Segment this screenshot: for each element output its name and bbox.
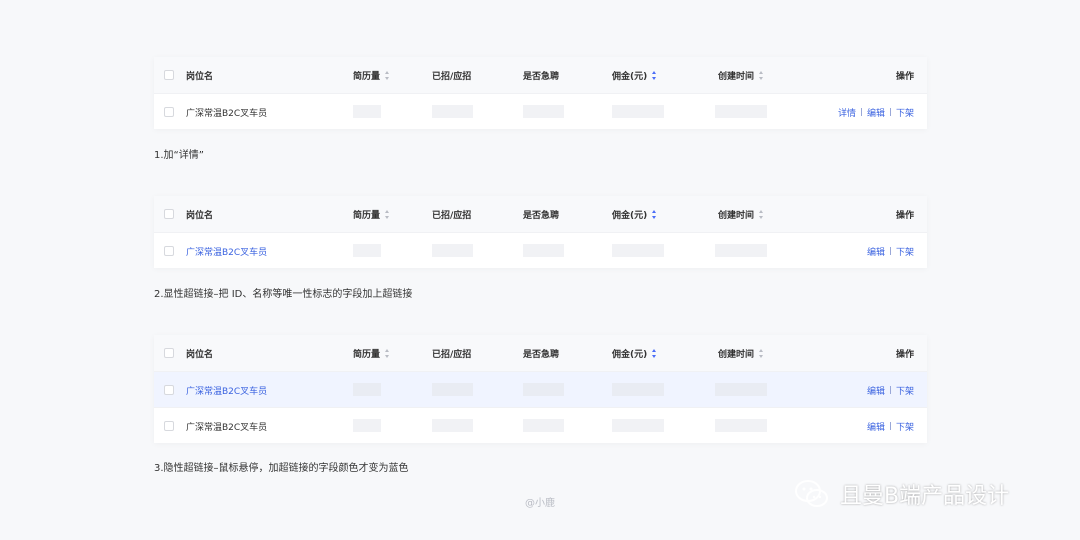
caption-2: 2.显性超链接–把 ID、名称等唯一性标志的字段加上超链接 [154,289,413,300]
urgent-placeholder [523,419,564,432]
detail-link[interactable]: 详情 [838,106,856,119]
header-job-name: 岗位名 [186,71,214,82]
header-resume-count[interactable]: 简历量 [353,335,390,371]
sort-icon [385,70,390,80]
urgent-placeholder [523,383,564,396]
edit-link[interactable]: 编辑 [867,245,885,258]
edit-link[interactable]: 编辑 [867,420,885,433]
brand-name: 且曼B端产品设计 [840,484,1010,509]
created-placeholder [715,244,767,257]
header-job-name: 岗位名 [186,210,214,221]
header-created-time[interactable]: 创建时间 [718,196,764,232]
header-operations: 操作 [895,71,914,82]
sort-icon [759,70,764,80]
header-operations: 操作 [895,210,914,221]
row-checkbox[interactable] [164,421,174,431]
sort-icon [385,209,390,219]
row-checkbox[interactable] [164,107,174,117]
job-table-1: 岗位名 简历量 已招/应招 是否急聘 佣金(元) 创建时间 操作 广深常温B2C… [154,57,927,129]
row-checkbox[interactable] [164,385,174,395]
delist-link[interactable]: 下架 [896,106,914,119]
header-hired: 已招/应招 [432,210,472,221]
header-hired: 已招/应招 [432,71,472,82]
resume-placeholder [353,419,381,432]
table-row-hovered: 广深常温B2C叉车员 编辑 下架 [154,371,927,407]
urgent-placeholder [523,244,564,257]
sort-icon [652,209,657,219]
sort-icon [759,348,764,358]
table-header: 岗位名 简历量 已招/应招 是否急聘 佣金(元) 创建时间 操作 [154,196,927,232]
header-resume-count[interactable]: 简历量 [353,57,390,93]
job-table-2: 岗位名 简历量 已招/应招 是否急聘 佣金(元) 创建时间 操作 广深常温B2C… [154,196,927,268]
sort-icon [385,348,390,358]
header-job-name: 岗位名 [186,349,214,360]
edit-link[interactable]: 编辑 [867,384,885,397]
resume-placeholder [353,105,381,118]
table-row: 广深常温B2C叉车员 编辑 下架 [154,232,927,268]
commission-placeholder [612,419,664,432]
header-commission[interactable]: 佣金(元) [612,335,657,371]
header-operations: 操作 [895,349,914,360]
delist-link[interactable]: 下架 [896,245,914,258]
caption-1: 1.加“详情” [154,150,204,161]
row-checkbox[interactable] [164,246,174,256]
sort-icon [652,70,657,80]
commission-placeholder [612,105,664,118]
row-actions: 详情 编辑 下架 [838,94,914,130]
table-row: 广深常温B2C叉车员 编辑 下架 [154,407,927,443]
wechat-icon [795,480,828,507]
table-row: 广深常温B2C叉车员 详情 编辑 下架 [154,93,927,129]
header-urgent: 是否急聘 [523,210,560,221]
sort-icon [759,209,764,219]
sort-icon [652,348,657,358]
job-name[interactable]: 广深常温B2C叉车员 [186,408,267,444]
hired-placeholder [432,244,473,257]
hired-placeholder [432,383,473,396]
resume-placeholder [353,244,381,257]
header-urgent: 是否急聘 [523,349,560,360]
header-commission[interactable]: 佣金(元) [612,57,657,93]
table-header: 岗位名 简历量 已招/应招 是否急聘 佣金(元) 创建时间 操作 [154,335,927,371]
header-resume-count[interactable]: 简历量 [353,196,390,232]
urgent-placeholder [523,105,564,118]
commission-placeholder [612,383,664,396]
job-table-3: 岗位名 简历量 已招/应招 是否急聘 佣金(元) 创建时间 操作 广深常温B2C… [154,335,927,443]
header-created-time[interactable]: 创建时间 [718,57,764,93]
header-created-time[interactable]: 创建时间 [718,335,764,371]
created-placeholder [715,383,767,396]
job-name-link[interactable]: 广深常温B2C叉车员 [186,233,267,269]
watermark-brand: 且曼B端产品设计 [794,478,1009,510]
resume-placeholder [353,383,381,396]
commission-placeholder [612,244,664,257]
header-hired: 已招/应招 [432,349,472,360]
header-commission[interactable]: 佣金(元) [612,196,657,232]
table-header: 岗位名 简历量 已招/应招 是否急聘 佣金(元) 创建时间 操作 [154,57,927,93]
delist-link[interactable]: 下架 [896,420,914,433]
job-name-link[interactable]: 广深常温B2C叉车员 [186,372,267,408]
select-all-checkbox[interactable] [164,70,174,80]
header-urgent: 是否急聘 [523,71,560,82]
select-all-checkbox[interactable] [164,348,174,358]
delist-link[interactable]: 下架 [896,384,914,397]
caption-3: 3.隐性超链接–鼠标悬停，加超链接的字段颜色才变为蓝色 [154,463,409,474]
select-all-checkbox[interactable] [164,209,174,219]
job-name: 广深常温B2C叉车员 [186,108,268,119]
hired-placeholder [432,419,473,432]
row-actions: 编辑 下架 [867,408,914,444]
edit-link[interactable]: 编辑 [867,106,885,119]
hired-placeholder [432,105,473,118]
row-actions: 编辑 下架 [867,372,914,408]
created-placeholder [715,105,767,118]
created-placeholder [715,419,767,432]
row-actions: 编辑 下架 [867,233,914,269]
